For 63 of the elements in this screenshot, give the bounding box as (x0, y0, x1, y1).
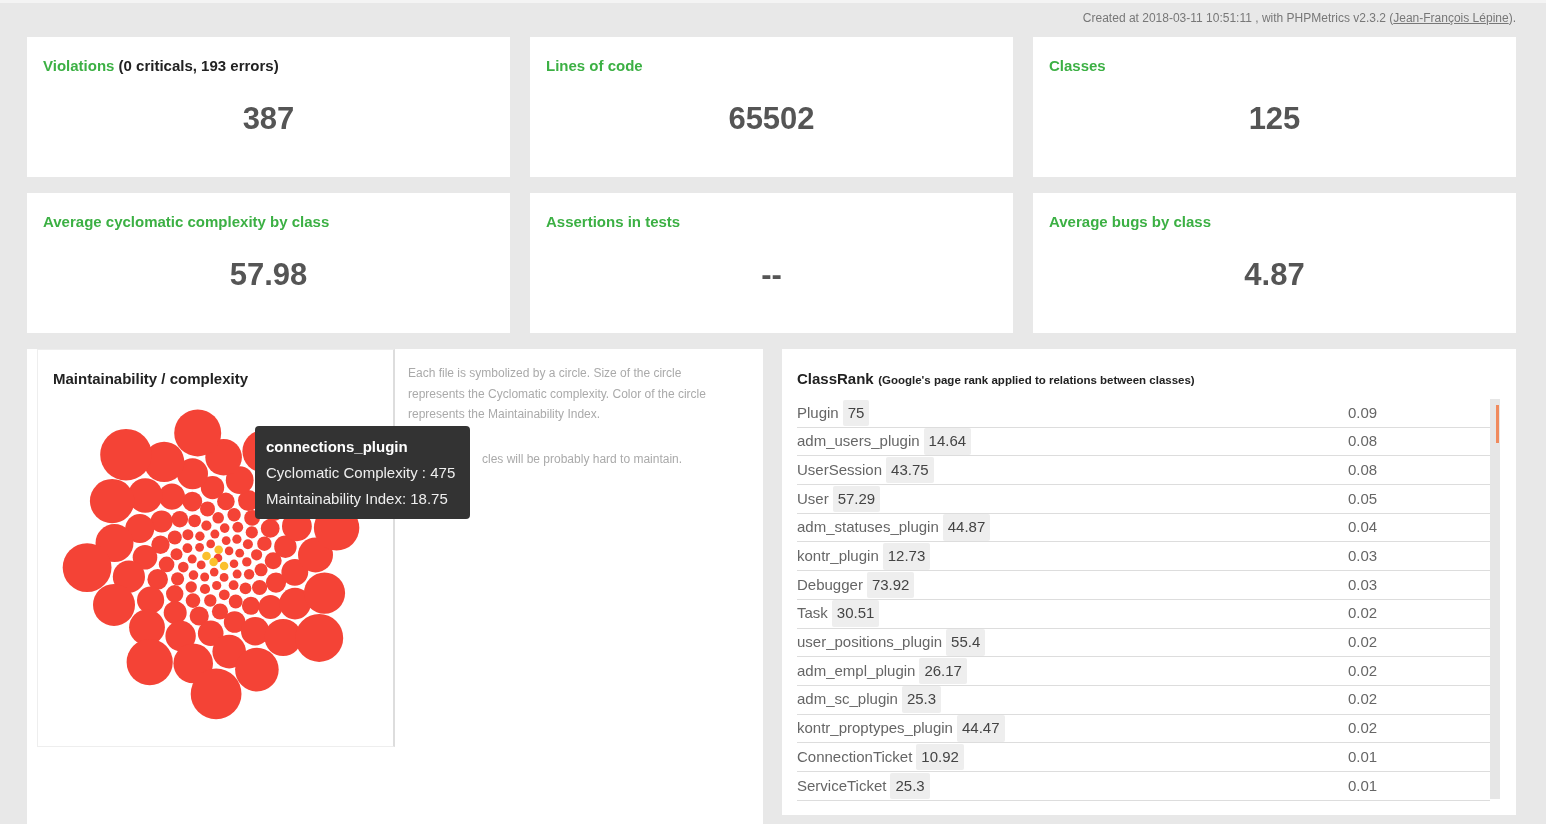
rank-value: 0.01 (1348, 775, 1379, 796)
rank-value: 0.02 (1348, 689, 1379, 710)
rank-value: 0.02 (1348, 660, 1379, 681)
class-name: adm_empl_plugin (797, 660, 916, 681)
score-badge: 75 (842, 399, 870, 427)
rank-value: 0.01 (1348, 746, 1379, 767)
metric-value: 4.87 (1243, 255, 1306, 294)
score-badge: 25.3 (901, 686, 942, 713)
score-badge: 43.75 (886, 456, 934, 484)
rank-value: 0.08 (1348, 459, 1379, 480)
score-badge: 44.87 (942, 514, 991, 541)
class-name: Debugger (797, 574, 863, 595)
score-badge: 44.47 (956, 715, 1005, 742)
panel-title: Maintainability / complexity (53, 369, 250, 389)
rank-value: 0.02 (1348, 632, 1379, 653)
score-badge: 57.29 (832, 485, 881, 513)
author-link[interactable]: Jean-François Lépine (1393, 11, 1509, 25)
note-text: cles will be probably hard to maintain. (482, 451, 683, 466)
card-title: Average cyclomatic complexity by class (43, 212, 331, 232)
score-badge: 30.51 (831, 600, 880, 627)
metric-value: 125 (1247, 99, 1302, 138)
class-name: ConnectionTicket (797, 746, 913, 767)
score-badge: 55.4 (946, 629, 986, 656)
card-title: Average bugs by class (1049, 212, 1213, 232)
rank-value: 0.03 (1348, 546, 1379, 567)
panel-title: ClassRank (797, 370, 874, 387)
rank-value: 0.04 (1348, 517, 1379, 538)
metric-value: 57.98 (228, 255, 309, 294)
class-name: adm_statuses_plugin (797, 517, 939, 538)
class-name: kontr_plugin (797, 546, 879, 567)
metric-value: 65502 (727, 99, 816, 138)
class-name: ServiceTicket (797, 775, 887, 796)
score-badge: 14.64 (923, 428, 972, 455)
score-badge: 73.92 (866, 571, 915, 599)
rank-value: 0.08 (1348, 431, 1379, 452)
class-name: Plugin (797, 402, 839, 423)
class-name: Task (797, 603, 828, 624)
score-badge: 10.92 (916, 743, 964, 771)
card-title: Assertions in tests (546, 212, 682, 232)
credit-text: Created at 2018-03-11 10:51:11 , with PHPMetrics v2.3.2 (Jean-François Lépine). (1082, 11, 1516, 25)
tooltip: connections_plugin Cyclomatic Complexity : 475 Maintainability Index: 18.75 (255, 426, 471, 519)
class-name: UserSession (797, 459, 883, 480)
rank-value: 0.05 (1348, 488, 1379, 509)
class-name: adm_sc_plugin (797, 689, 898, 710)
card-title: Lines of code (546, 56, 644, 76)
class-name: user_positions_plugin (797, 632, 943, 653)
rank-value: 0.02 (1348, 718, 1379, 739)
metric-value: -- (760, 255, 783, 294)
score-badge: 26.17 (919, 657, 967, 685)
score-badge: 12.73 (882, 543, 931, 570)
class-name: User (797, 488, 829, 509)
metric-value: 387 (241, 99, 296, 138)
class-name: adm_users_plugin (797, 431, 920, 452)
rank-value: 0.09 (1348, 402, 1379, 423)
card-title: Violations (0 criticals, 193 errors) (43, 56, 280, 76)
score-badge: 25.3 (890, 772, 930, 800)
scrollbar[interactable] (1490, 399, 1500, 799)
description-text: Each file is symbolized by a circle. Size of the circle represents the Cyclomatic complexity. Color of the circle represents the Maintainability Index. (408, 365, 707, 423)
class-name: kontr_proptypes_plugin (797, 718, 953, 739)
panel-subtitle: (Google's page rank applied to relations between classes) (878, 374, 1195, 386)
rank-value: 0.02 (1348, 603, 1379, 624)
card-title: Classes (1049, 56, 1107, 76)
rank-value: 0.03 (1348, 574, 1379, 595)
